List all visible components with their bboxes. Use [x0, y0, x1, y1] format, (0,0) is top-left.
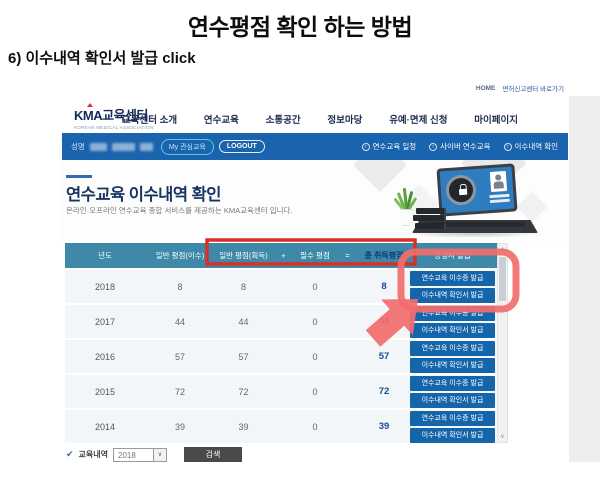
circle-arrow-icon: ›	[362, 143, 370, 151]
slide: 연수평점 확인 하는 방법 6) 이수내역 확인서 발급 click HOME …	[0, 0, 600, 479]
nav-item-deferment[interactable]: 유예·면제 신청	[389, 112, 447, 126]
circle-arrow-icon: ›	[429, 143, 437, 151]
quicklinks: › 연수교육 일정 › 사이버 연수교육 › 이수내역 확인	[362, 141, 558, 152]
col-year: 년도	[65, 250, 145, 261]
col-plus: +	[272, 251, 295, 260]
quicklink-schedule[interactable]: › 연수교육 일정	[362, 141, 416, 152]
my-interest-edu-button[interactable]: My 관심교육	[161, 139, 214, 155]
scrollbar-down-icon[interactable]: ∨	[498, 433, 507, 440]
col-cert: 증명서 발급	[408, 250, 497, 261]
login-screen	[440, 167, 515, 214]
nav-item-mypage[interactable]: 마이페이지	[474, 112, 518, 126]
nav-item-intro[interactable]: 교육센터 소개	[122, 112, 177, 126]
history-cert-button[interactable]: 이수내역 확인서 발급	[410, 358, 495, 373]
nav-item-training[interactable]: 연수교육	[204, 112, 239, 126]
padlock-icon	[459, 189, 467, 196]
table-row: 2017 44 44 0 44 연수교육 이수증 발급 이수내역 확인서 발급	[65, 305, 497, 338]
search-button[interactable]: 검색	[184, 447, 242, 462]
chevron-down-icon: ∨	[153, 449, 166, 461]
cert-issue-button[interactable]: 연수교육 이수증 발급	[410, 271, 495, 286]
title-accent-line	[66, 175, 92, 178]
history-cert-button[interactable]: 이수내역 확인서 발급	[410, 393, 495, 408]
filter-bar: ✔ 교육내역 2018 ∨ 검색	[66, 447, 242, 462]
checkmark-icon: ✔	[66, 449, 74, 460]
books-illustration	[412, 206, 448, 229]
table-header-row: 년도 일반 평점(이수) 일반 평점(획득) + 필수 평점 = 총 취득평점 …	[65, 243, 497, 268]
filter-label: 교육내역	[79, 449, 108, 460]
user-bar: 성명 My 관심교육 LOGOUT › 연수교육 일정 › 사이버 연수교육 ›…	[62, 133, 568, 160]
scrollbar-up-icon[interactable]: ∧	[498, 246, 507, 253]
website-screenshot: HOME 면허신고센터 바로가기 KMA교육센터 KOREAN MEDICAL …	[60, 82, 568, 464]
banner-illustration	[353, 160, 568, 242]
browser-gutter	[569, 96, 600, 462]
name-label: 성명	[71, 141, 85, 152]
col-total: 총 취득평점	[360, 250, 408, 261]
table-row: 2018 8 8 0 8 연수교육 이수증 발급 이수내역 확인서 발급	[65, 270, 497, 303]
col-required: 필수 평점	[295, 250, 335, 261]
user-silhouette	[495, 174, 501, 180]
nav-item-info[interactable]: 정보마당	[327, 112, 362, 126]
logo-accent	[87, 103, 93, 107]
circle-arrow-icon: ›	[504, 143, 512, 151]
history-cert-button[interactable]: 이수내역 확인서 발급	[410, 428, 495, 443]
redacted-user-info	[112, 143, 135, 151]
redacted-user-info	[90, 143, 107, 151]
cert-issue-button[interactable]: 연수교육 이수증 발급	[410, 376, 495, 391]
page-subtitle: 온라인·오프라인 연수교육 종합 서비스를 제공하는 KMA교육센터 입니다.	[66, 205, 293, 216]
table-scrollbar[interactable]: ∧ ∨	[497, 243, 508, 443]
user-photo-placeholder	[490, 171, 507, 192]
quicklink-cyber[interactable]: › 사이버 연수교육	[429, 141, 490, 152]
login-field-decoration	[490, 199, 510, 203]
scrollbar-thumb[interactable]	[499, 257, 506, 301]
col-general-completed: 일반 평점(이수)	[145, 250, 215, 261]
login-field-decoration	[489, 194, 509, 198]
slide-title: 연수평점 확인 하는 방법	[0, 8, 600, 42]
main-nav: 교육센터 소개 연수교육 소통공간 정보마당 유예·면제 신청 마이페이지	[122, 112, 518, 126]
history-cert-button[interactable]: 이수내역 확인서 발급	[410, 288, 495, 303]
table-row: 2014 39 39 0 39 연수교육 이수증 발급 이수내역 확인서 발급	[65, 410, 497, 443]
col-equals: =	[335, 251, 360, 260]
credits-table: 년도 일반 평점(이수) 일반 평점(획득) + 필수 평점 = 총 취득평점 …	[65, 243, 497, 443]
table-row: 2016 57 57 0 57 연수교육 이수증 발급 이수내역 확인서 발급	[65, 340, 497, 373]
logout-button[interactable]: LOGOUT	[219, 140, 265, 153]
page-title: 연수교육 이수내역 확인	[66, 181, 221, 205]
cert-issue-button[interactable]: 연수교육 이수증 발급	[410, 341, 495, 356]
step-label: 6) 이수내역 확인서 발급 click	[8, 47, 196, 68]
home-link[interactable]: HOME	[476, 85, 496, 92]
user-silhouette	[493, 181, 503, 189]
col-general-earned: 일반 평점(획득)	[215, 250, 272, 261]
table-row: 2015 72 72 0 72 연수교육 이수증 발급 이수내역 확인서 발급	[65, 375, 497, 408]
year-select-value: 2018	[114, 449, 153, 461]
laptop-screen	[436, 163, 517, 216]
redacted-user-info	[140, 143, 153, 151]
nav-item-communication[interactable]: 소통공간	[266, 112, 301, 126]
cert-issue-button[interactable]: 연수교육 이수증 발급	[410, 306, 495, 321]
cert-issue-button[interactable]: 연수교육 이수증 발급	[410, 411, 495, 426]
quicklink-history[interactable]: › 이수내역 확인	[504, 141, 558, 152]
utility-bar: HOME 면허신고센터 바로가기	[476, 83, 564, 93]
laptop-illustration	[396, 164, 546, 238]
vault-lock-icon	[445, 174, 477, 206]
history-cert-button[interactable]: 이수내역 확인서 발급	[410, 323, 495, 338]
year-select[interactable]: 2018 ∨	[113, 448, 167, 462]
license-center-link[interactable]: 면허신고센터 바로가기	[502, 83, 564, 93]
page-banner: 연수교육 이수내역 확인 온라인·오프라인 연수교육 종합 서비스를 제공하는 …	[60, 160, 568, 242]
